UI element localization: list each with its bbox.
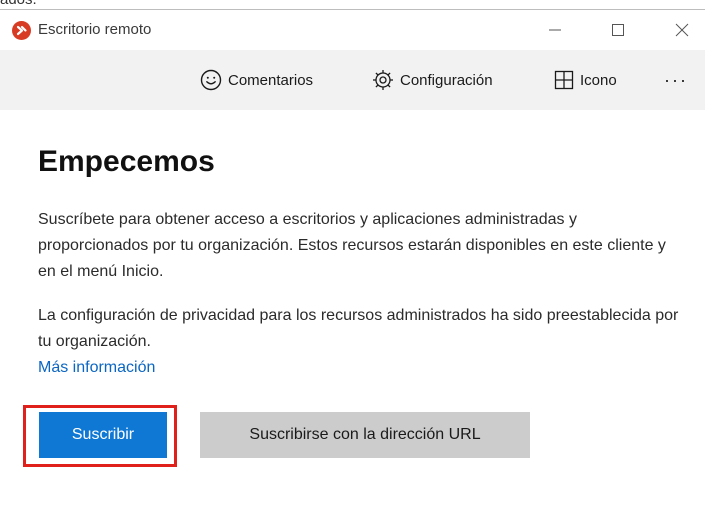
subscribe-button[interactable]: Suscribir [39, 412, 167, 458]
subscribe-url-button[interactable]: Suscribirse con la dirección URL [200, 412, 530, 458]
maximize-button[interactable] [595, 10, 641, 50]
feedback-button[interactable]: Comentarios [200, 50, 313, 110]
gear-icon [373, 70, 393, 90]
view-button[interactable]: Icono [554, 50, 617, 110]
view-label: Icono [580, 71, 617, 89]
window-title: Escritorio remoto [38, 21, 152, 38]
minimize-button[interactable] [532, 10, 578, 50]
close-button[interactable] [659, 10, 705, 50]
smiley-icon [200, 69, 222, 91]
more-info-link[interactable]: Más información [38, 355, 155, 381]
grid-icon [554, 70, 574, 90]
settings-label: Configuración [400, 71, 493, 89]
title-bar: Escritorio remoto [0, 10, 705, 50]
description-text: Suscríbete para obtener acceso a escrito… [38, 211, 666, 280]
remote-desktop-icon [12, 21, 31, 40]
maximize-icon [612, 24, 624, 36]
settings-button[interactable]: Configuración [372, 50, 493, 110]
toolbar: Comentarios Configuración Icono ··· [0, 50, 705, 110]
more-options-button[interactable]: ··· [664, 50, 688, 110]
feedback-label: Comentarios [228, 71, 314, 89]
background-text-fragment: ados. [0, 0, 37, 8]
privacy-text: La configuración de privacidad para los … [38, 307, 679, 350]
minimize-icon [549, 29, 561, 31]
close-icon [675, 23, 689, 37]
page-title: Empecemos [38, 145, 215, 178]
